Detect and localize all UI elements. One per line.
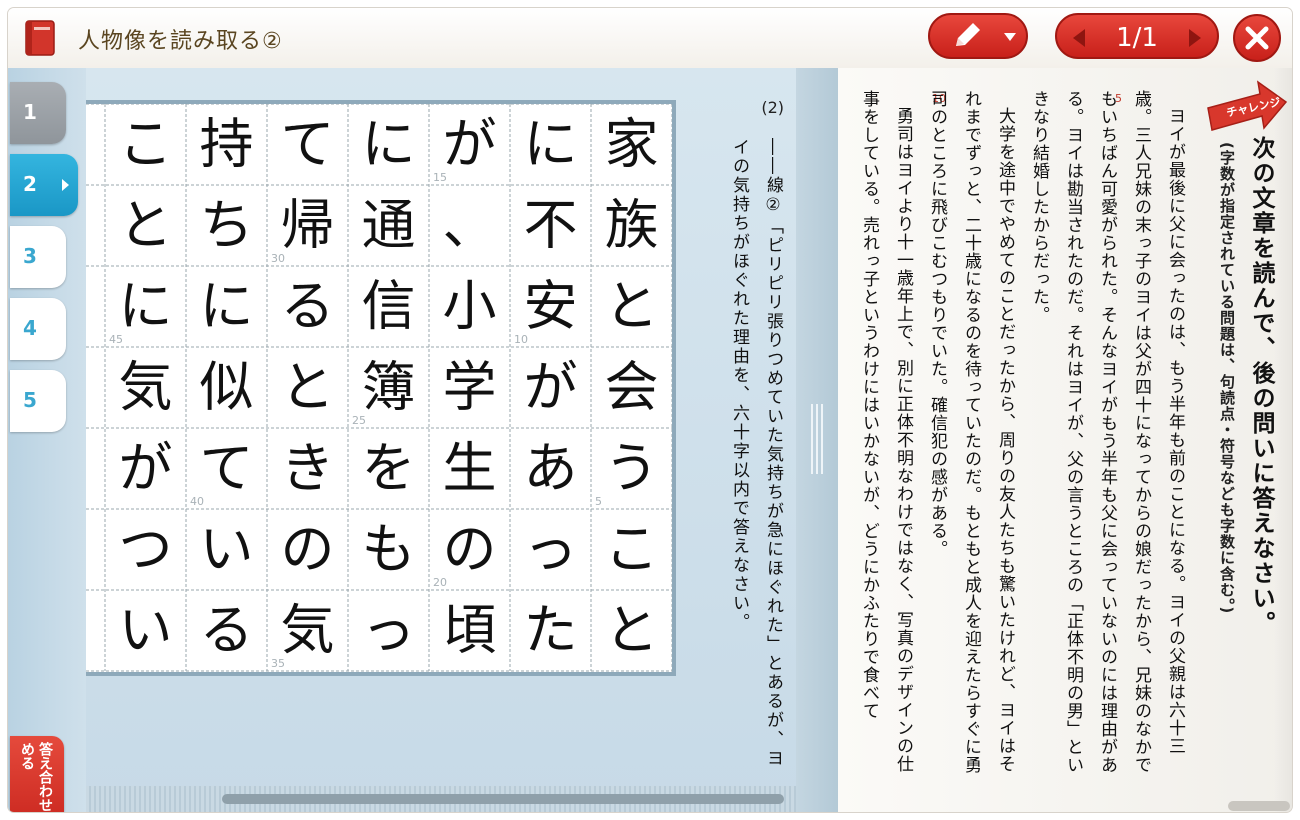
- handwritten-char: 不: [524, 194, 578, 257]
- instruction-text: 次の文章を読んで、後の問いに答えなさい。: [1248, 136, 1274, 636]
- question-tabs: 1 2 3 4 5 答え合わせを始める: [8, 68, 86, 812]
- panel-divider[interactable]: [796, 68, 838, 812]
- handwritten-char: に: [119, 275, 173, 338]
- handwritten-char: い: [200, 518, 254, 581]
- handwritten-char: 似: [200, 356, 254, 419]
- handwritten-char: 簿: [362, 356, 416, 419]
- char-counter: 5: [595, 495, 602, 508]
- handwritten-char: と: [605, 275, 659, 338]
- handwritten-char: 学: [443, 356, 497, 419]
- handwritten-char: 族: [605, 194, 659, 257]
- question-text: ――線②「ピリピリ張りつめていた気持ちが急にほぐれた」とあるが、ヨイの気持ちがほ…: [729, 138, 783, 768]
- check-answers-button[interactable]: 答え合わせを始める: [10, 736, 64, 812]
- book-icon: [25, 20, 55, 56]
- char-counter: 35: [271, 657, 285, 670]
- header-bar: 人物像を読み取る② 1/1: [8, 8, 1292, 69]
- reading-panel: チャレンジ 次の文章を読んで、後の問いに答えなさい。 (字数が指定されている問題…: [838, 68, 1292, 812]
- handwritten-char: こ: [605, 518, 659, 581]
- handwritten-char: と: [281, 356, 335, 419]
- handwritten-char: 家: [605, 113, 659, 176]
- handwritten-char: 帰: [281, 194, 335, 257]
- char-counter: 25: [352, 414, 366, 427]
- handwritten-char: 通: [362, 194, 416, 257]
- next-page-icon[interactable]: [1189, 29, 1201, 47]
- handwritten-char: に: [200, 275, 254, 338]
- handwritten-char: 。: [86, 356, 92, 419]
- answer-grid[interactable]: 家族と会うことに不安があったが、小学生の頃に通信簿をもって帰るときの気持ちに似て…: [86, 100, 676, 676]
- handwritten-char: つ: [119, 518, 173, 581]
- tab-question-3[interactable]: 3: [10, 226, 66, 288]
- answer-panel: 家族と会うことに不安があったが、小学生の頃に通信簿をもって帰るときの気持ちに似て…: [86, 68, 838, 812]
- scrollbar-thumb[interactable]: [222, 794, 784, 804]
- handwritten-char: 気: [281, 599, 335, 662]
- passage-paragraph: 大学を途中でやめてのことだったから、周りの友人たちも驚いたけれど、ヨイはそれまで…: [927, 90, 1015, 774]
- handwritten-char: を: [362, 437, 416, 500]
- char-counter: 15: [433, 171, 447, 184]
- char-counter: 30: [271, 252, 285, 265]
- question-block: (2) ――線②「ピリピリ張りつめていた気持ちが急にほぐれた」とあるが、ヨイの気…: [686, 98, 796, 778]
- reading-scrollbar-thumb[interactable]: [1228, 801, 1290, 811]
- handwritten-char: て: [200, 437, 254, 500]
- tab-question-2[interactable]: 2: [10, 154, 78, 216]
- handwritten-char: を: [86, 113, 92, 176]
- handwritten-char: 小: [443, 275, 497, 338]
- handwritten-char: て: [281, 113, 335, 176]
- handwritten-char: ち: [200, 194, 254, 257]
- pencil-icon: [956, 23, 980, 46]
- pen-tool-button[interactable]: [928, 13, 1028, 59]
- handwritten-char: い: [119, 599, 173, 662]
- handwritten-char: く: [86, 194, 92, 257]
- handwritten-char: 、: [443, 194, 497, 257]
- handwritten-char: る: [281, 275, 335, 338]
- handwritten-char: と: [119, 194, 173, 257]
- handwritten-char: も: [362, 518, 416, 581]
- close-icon: [1245, 26, 1269, 50]
- chevron-down-icon: [1004, 33, 1016, 41]
- handwritten-char: う: [605, 437, 659, 500]
- handwritten-char: の: [281, 518, 335, 581]
- char-counter: 20: [433, 576, 447, 589]
- passage-paragraph: ヨイが最後に父に会ったのは、もう半年も前のことになる。ヨイの父親は六十三歳。三人…: [1029, 90, 1185, 774]
- handwritten-char: っ: [362, 599, 416, 662]
- active-arrow-icon: [62, 179, 69, 191]
- handwritten-char: が: [443, 113, 497, 176]
- handwritten-char: に: [362, 113, 416, 176]
- handwritten-char: と: [605, 599, 659, 662]
- instruction-note: (字数が指定されている問題は、句読点・符号なども字数に含む。): [1218, 142, 1236, 615]
- reading-passage: ヨイが最後に父に会ったのは、もう半年も前のことになる。ヨイの父親は六十三歳。三人…: [852, 90, 1192, 790]
- handwritten-char: る: [200, 599, 254, 662]
- question-number: (2): [761, 98, 784, 117]
- horizontal-scrollbar[interactable]: [86, 786, 796, 812]
- tab-question-4[interactable]: 4: [10, 298, 66, 360]
- handwritten-char: っ: [524, 518, 578, 581]
- handwritten-char: 頃: [443, 599, 497, 662]
- app-window: 人物像を読み取る② 1/1 1 2 3 4 5 答え合わせを始める 家 族 と …: [8, 8, 1292, 812]
- handwritten-char: た: [524, 599, 578, 662]
- handwritten-char: 信: [362, 275, 416, 338]
- char-counter: 45: [109, 333, 123, 346]
- handwritten-char: の: [443, 518, 497, 581]
- handwritten-char: き: [281, 437, 335, 500]
- handwritten-char: あ: [524, 437, 578, 500]
- handwriting-canvas[interactable]: 家族と会うことに不安があったが、小学生の頃に通信簿をもって帰るときの気持ちに似て…: [86, 104, 672, 676]
- handwritten-char: が: [524, 356, 578, 419]
- handwritten-char: 生: [443, 437, 497, 500]
- handwritten-char: こ: [119, 113, 173, 176]
- tab-question-1[interactable]: 1: [10, 82, 66, 144]
- char-counter: 10: [514, 333, 528, 346]
- handwritten-char: 会: [605, 356, 659, 419]
- handwritten-char: 気: [119, 356, 173, 419]
- char-counter: 40: [190, 495, 204, 508]
- handwritten-char: 安: [524, 275, 578, 338]
- handwritten-char: が: [119, 437, 173, 500]
- page-navigator: 1/1: [1055, 13, 1219, 59]
- close-button[interactable]: [1233, 14, 1281, 62]
- tab-question-5[interactable]: 5: [10, 370, 66, 432]
- page-title: 人物像を読み取る②: [78, 29, 283, 54]
- passage-paragraph: 勇司はヨイより十一歳年上で、別に正体不明なわけではなく、写真のデザインの仕事をし…: [859, 90, 913, 773]
- handwritten-char: 持: [200, 113, 254, 176]
- drag-handle-icon[interactable]: [810, 404, 824, 474]
- handwritten-char: に: [524, 113, 578, 176]
